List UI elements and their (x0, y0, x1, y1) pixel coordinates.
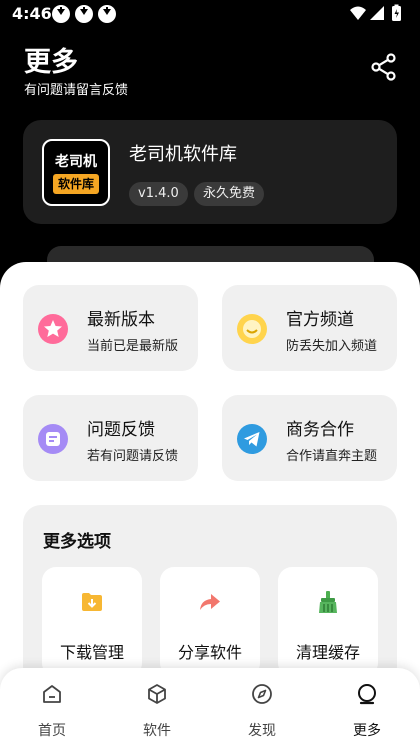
feedback-icon (38, 424, 68, 454)
system-status-icons (350, 4, 401, 21)
more-icon (358, 684, 376, 705)
tile-subtitle: 防丢失加入频道 (286, 339, 378, 354)
nav-label: 软件 (143, 723, 171, 739)
box-icon (148, 684, 166, 704)
more-options-section: 更多选项 下载管理 分享软件 清理缓存 (23, 505, 397, 685)
option-download-manager[interactable]: 下载管理 (42, 567, 142, 677)
download-notification-icon (75, 5, 93, 23)
tile-title: 问题反馈 (87, 420, 155, 440)
tile-business[interactable]: 商务合作 合作请直奔主题 (222, 395, 397, 481)
version-badge: v1.4.0 (129, 182, 188, 206)
compass-icon (252, 684, 272, 704)
share-arrow-icon (200, 594, 220, 610)
telegram-icon (237, 424, 267, 454)
tile-feedback[interactable]: 问题反馈 若有问题请反馈 (23, 395, 198, 481)
star-badge-icon (38, 314, 68, 344)
logo-text-top: 老司机 (55, 154, 97, 170)
option-label: 下载管理 (59, 643, 124, 662)
page-title: 更多 (24, 47, 78, 78)
app-logo: 老司机 软件库 (42, 139, 110, 206)
smile-icon (237, 314, 267, 344)
share-icon[interactable] (370, 53, 398, 81)
nav-label: 首页 (38, 723, 66, 739)
tile-subtitle: 合作请直奔主题 (286, 449, 378, 464)
option-share-app[interactable]: 分享软件 (160, 567, 260, 677)
tile-subtitle: 当前已是最新版 (87, 339, 179, 354)
option-label: 分享软件 (177, 643, 242, 662)
home-icon (43, 685, 61, 703)
tile-title: 商务合作 (286, 420, 354, 440)
download-folder-icon (82, 593, 102, 611)
download-notification-icon (52, 5, 70, 23)
tile-title: 最新版本 (87, 310, 155, 330)
logo-text-bottom: 软件库 (53, 174, 99, 194)
option-label: 清理缓存 (295, 643, 360, 662)
app-name: 老司机软件库 (129, 144, 237, 165)
tile-subtitle: 若有问题请反馈 (87, 449, 179, 464)
nav-more[interactable]: 更多 (337, 678, 397, 739)
status-time: 4:46 (12, 4, 52, 23)
nav-home[interactable]: 首页 (22, 678, 82, 739)
status-bar: 4:46 (0, 0, 420, 30)
app-info-card: 老司机 软件库 老司机软件库 v1.4.0 永久免费 (23, 120, 397, 224)
license-badge: 永久免费 (194, 182, 265, 206)
broom-icon (319, 591, 337, 613)
tile-official-channel[interactable]: 官方频道 防丢失加入频道 (222, 285, 397, 371)
nav-label: 发现 (248, 723, 276, 739)
signal-icon (370, 6, 384, 20)
download-notification-icon (98, 5, 116, 23)
nav-software[interactable]: 软件 (127, 678, 187, 739)
option-clear-cache[interactable]: 清理缓存 (278, 567, 378, 677)
nav-label: 更多 (353, 723, 381, 739)
section-title: 更多选项 (43, 532, 111, 552)
nav-discover[interactable]: 发现 (232, 678, 292, 739)
page-subtitle: 有问题请留言反馈 (24, 83, 129, 98)
bottom-navigation: 首页 软件 发现 更多 (0, 668, 420, 747)
tile-title: 官方频道 (286, 310, 354, 330)
tile-latest-version[interactable]: 最新版本 当前已是最新版 (23, 285, 198, 371)
wifi-icon (350, 6, 366, 20)
